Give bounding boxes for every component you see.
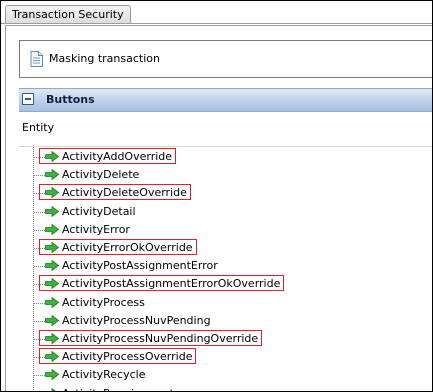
- green-arrow-icon: [45, 224, 59, 235]
- highlight-box: [39, 275, 284, 291]
- main-content: Masking transaction Buttons Entity Activ…: [5, 25, 432, 391]
- highlight-box: [39, 330, 262, 346]
- tree-item-label: ActivityDelete: [62, 168, 140, 181]
- highlight-box: [39, 184, 191, 200]
- app-frame: Transaction Security Masking transaction…: [0, 0, 433, 392]
- highlight-box: [39, 148, 176, 164]
- green-arrow-icon: [45, 315, 59, 326]
- tree-item[interactable]: ActivityPostAssignmentErrorOkOverride: [19, 275, 432, 293]
- buttons-section-header[interactable]: Buttons: [19, 88, 432, 112]
- tree-item[interactable]: ActivityError: [19, 221, 432, 239]
- tree-item[interactable]: ActivityProcessNuvPending: [19, 312, 432, 330]
- tab-transaction-security[interactable]: Transaction Security: [5, 5, 131, 24]
- tree-branch-line: [34, 212, 45, 213]
- tab-bar: Transaction Security: [1, 1, 432, 24]
- green-arrow-icon: [45, 260, 59, 271]
- collapse-minus-icon[interactable]: [22, 93, 34, 105]
- tree-item[interactable]: ActivityRequirement: [19, 385, 432, 391]
- tree-item-label: ActivityDetail: [62, 205, 136, 218]
- section-title: Buttons: [46, 93, 95, 106]
- tree-branch-line: [34, 175, 45, 176]
- tree-item[interactable]: ActivityProcessNuvPendingOverride: [19, 330, 432, 348]
- tree-branch-line: [34, 230, 45, 231]
- green-arrow-icon: [51, 388, 56, 391]
- masking-transaction-label: Masking transaction: [49, 52, 160, 65]
- document-icon: [30, 51, 43, 67]
- tree-item[interactable]: ActivityProcessOverride: [19, 348, 432, 366]
- tree-item-label: ActivityError: [62, 223, 130, 236]
- highlight-box: [39, 239, 197, 255]
- tree-item[interactable]: ActivityErrorOkOverride: [19, 239, 432, 257]
- tree-branch-line: [34, 375, 45, 376]
- tree-item-label: ActivityRequirement: [62, 387, 174, 391]
- tree-item-label: ActivityProcessNuvPending: [62, 314, 211, 327]
- green-arrow-icon: [45, 297, 59, 308]
- entity-label: Entity: [22, 121, 55, 134]
- masking-transaction-panel[interactable]: Masking transaction: [19, 40, 432, 78]
- tree-item-label: ActivityRecycle: [62, 368, 146, 381]
- tree-branch-line: [34, 321, 45, 322]
- tree-item[interactable]: ActivityDetail: [19, 203, 432, 221]
- green-arrow-icon: [45, 206, 59, 217]
- tree-item[interactable]: ActivityProcess: [19, 294, 432, 312]
- tree-branch-line: [34, 303, 45, 304]
- tree-item[interactable]: ActivityDelete: [19, 166, 432, 184]
- tree-item[interactable]: ActivityPostAssignmentError: [19, 257, 432, 275]
- tree-item[interactable]: ActivityAddOverride: [19, 148, 432, 166]
- entity-column-header: Entity: [19, 112, 432, 147]
- highlight-box: [39, 348, 196, 364]
- tree-item-label: ActivityProcess: [62, 296, 145, 309]
- tree-item-label: ActivityPostAssignmentError: [62, 259, 218, 272]
- tree-item[interactable]: ActivityRecycle: [19, 366, 432, 384]
- tree-branch-line: [34, 266, 45, 267]
- tab-divider: [1, 23, 432, 24]
- tree-item[interactable]: ActivityDeleteOverride: [19, 184, 432, 202]
- entity-tree: ActivityAddOverride ActivityDelete Activit…: [19, 147, 432, 391]
- green-arrow-icon: [45, 169, 59, 180]
- green-arrow-icon: [45, 369, 59, 380]
